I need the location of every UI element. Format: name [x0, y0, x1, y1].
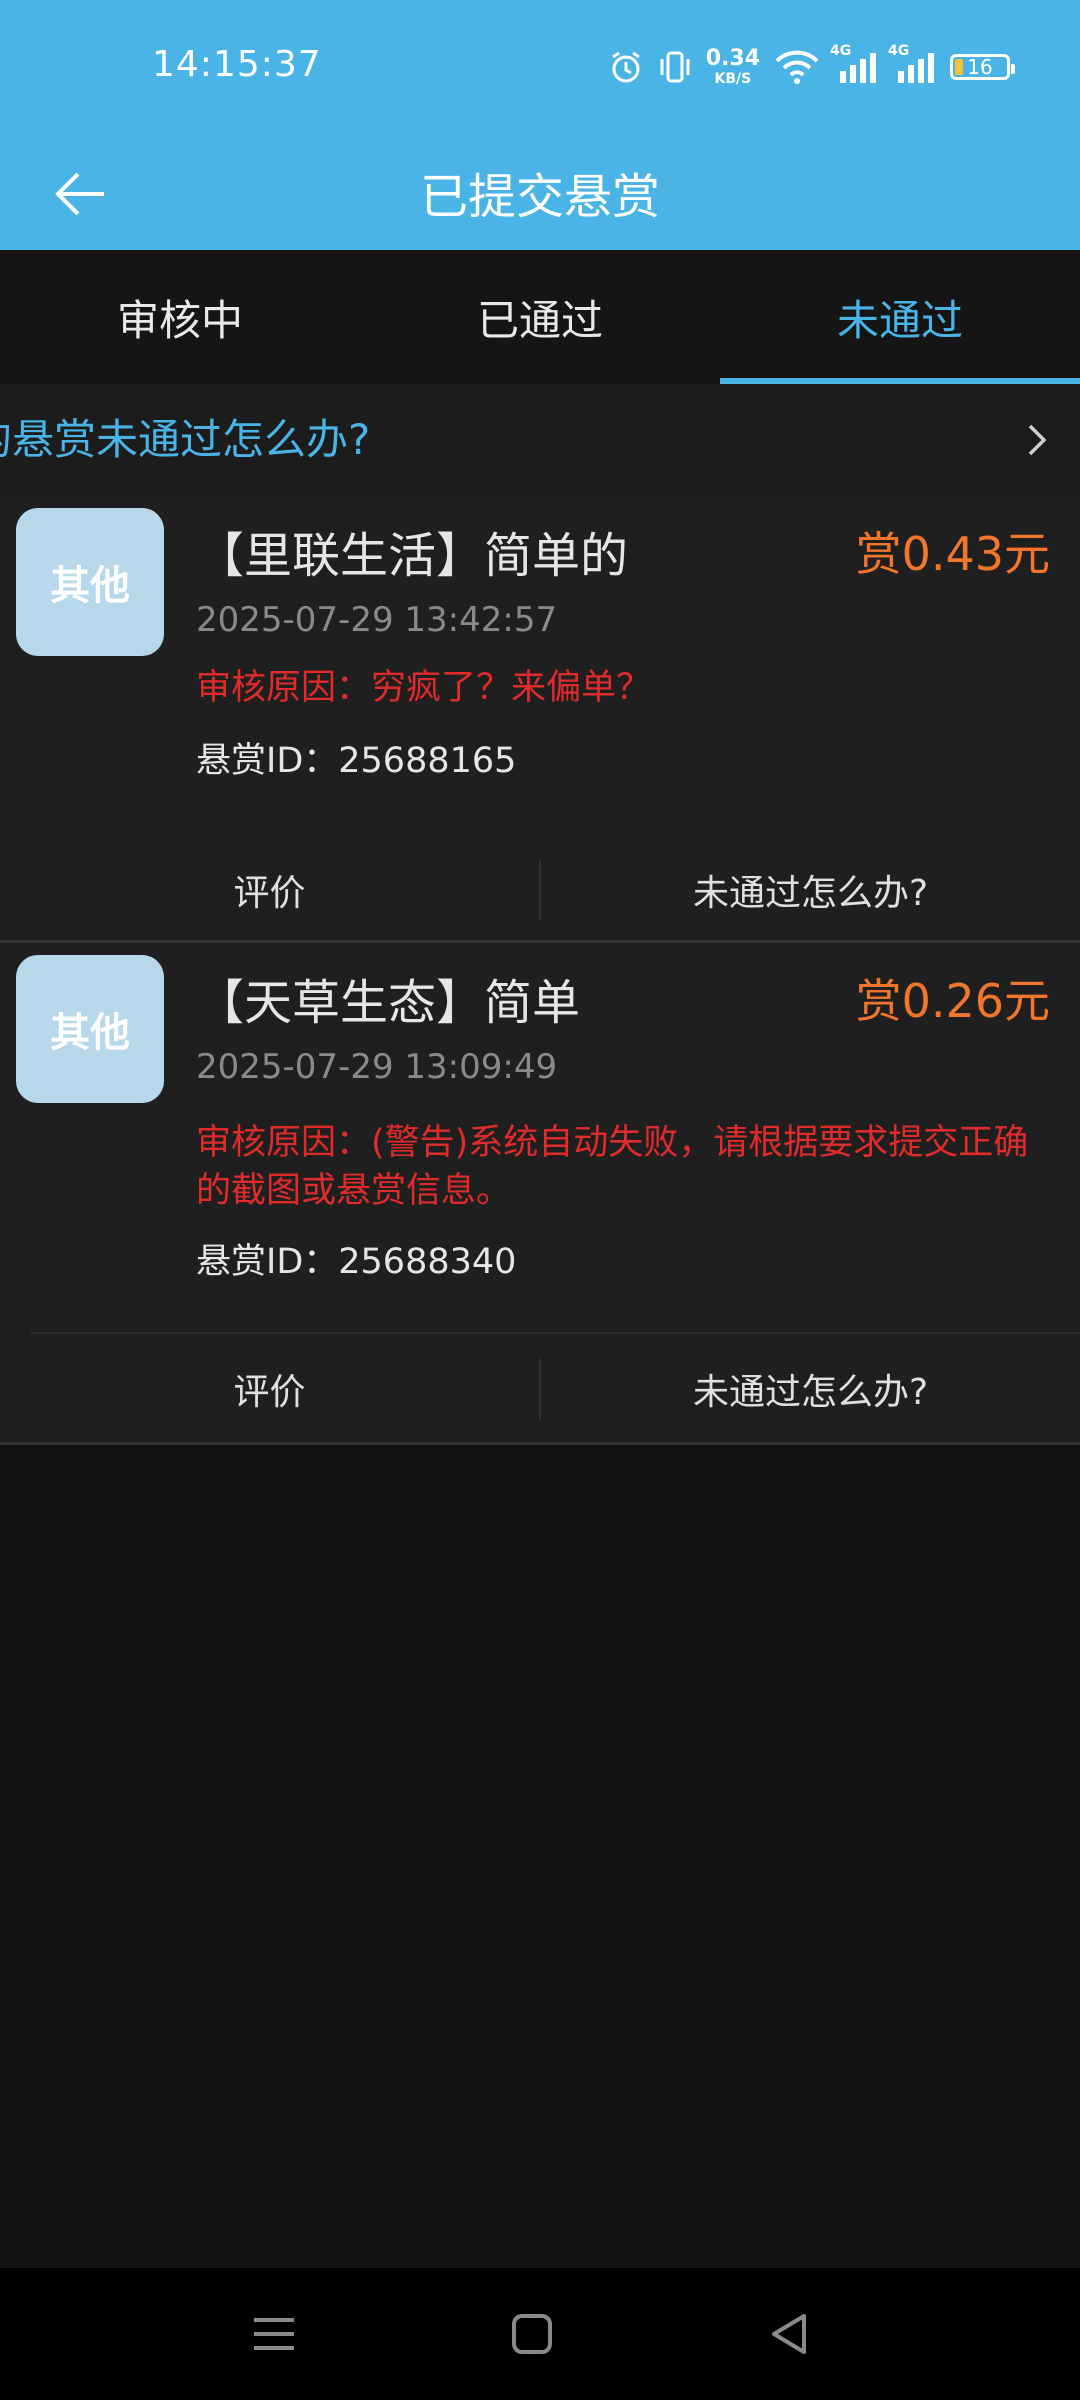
tab-failed[interactable]: 未通过 — [720, 250, 1080, 384]
back-nav-icon[interactable] — [762, 2306, 818, 2362]
reward-card: 其他 【里联生活】简单的 赏0.43元 2025-07-29 13:42:57 … — [0, 496, 1080, 943]
card-reason: 审核原因：(警告)系统自动失败，请根据要求提交正确的截图或悬赏信息。 — [196, 1123, 1029, 1211]
card-title: 【里联生活】简单的 — [196, 528, 629, 584]
battery-level: 16 — [967, 55, 993, 79]
tab-passed[interactable]: 已通过 — [360, 250, 720, 384]
tab-bar: 审核中 已通过 未通过 — [0, 250, 1080, 384]
cell-signal-2: 4G — [888, 43, 936, 85]
app-header: 已提交悬赏 — [0, 134, 1080, 250]
signal-type-label: 4G — [830, 43, 852, 59]
card-id: 悬赏ID：25688165 — [196, 741, 517, 781]
card-time: 2025-07-29 13:09:49 — [196, 1047, 558, 1087]
review-button[interactable]: 评价 — [0, 1339, 539, 1439]
tab-reviewing[interactable]: 审核中 — [0, 250, 360, 384]
category-badge: 其他 — [16, 508, 164, 656]
reward-card: 其他 【天草生态】简单 赏0.26元 2025-07-29 13:09:49 审… — [0, 943, 1080, 1445]
status-bar: 14:15:37 0.34 KB/S 4G 4G 16 — [0, 0, 1080, 134]
category-badge: 其他 — [16, 955, 164, 1103]
page-title: 已提交悬赏 — [419, 169, 660, 225]
signal-type-label: 4G — [888, 43, 910, 59]
card-reward: 赏0.26元 — [855, 974, 1050, 1028]
chevron-right-icon — [1028, 424, 1047, 456]
review-button[interactable]: 评价 — [0, 840, 539, 940]
vibrate-icon — [658, 49, 692, 85]
card-separator — [30, 1332, 1080, 1334]
back-button[interactable] — [40, 154, 120, 234]
help-button[interactable]: 未通过怎么办? — [541, 840, 1080, 940]
card-actions: 评价 未通过怎么办? — [0, 1339, 1080, 1439]
network-speed-value: 0.34 — [705, 46, 760, 71]
card-title: 【天草生态】简单 — [196, 975, 581, 1031]
wifi-icon — [774, 49, 820, 85]
notice-text: 的悬赏未通过怎么办? — [0, 415, 371, 464]
card-id: 悬赏ID：25688340 — [196, 1242, 517, 1282]
card-actions: 评价 未通过怎么办? — [0, 840, 1080, 940]
alarm-icon — [608, 49, 644, 85]
cell-signal-1: 4G — [830, 43, 878, 85]
back-arrow-icon — [55, 172, 104, 216]
menu-icon[interactable] — [246, 2306, 302, 2362]
card-time: 2025-07-29 13:42:57 — [196, 600, 558, 640]
status-icons: 0.34 KB/S 4G 4G 16 — [608, 42, 1015, 92]
system-nav-bar — [0, 2268, 1080, 2400]
network-speed: 0.34 KB/S — [705, 46, 760, 87]
home-icon[interactable] — [504, 2306, 560, 2362]
battery-icon: 16 — [950, 54, 1015, 80]
notice-banner[interactable]: 的悬赏未通过怎么办? — [0, 384, 1080, 496]
help-button[interactable]: 未通过怎么办? — [541, 1339, 1080, 1439]
network-speed-unit: KB/S — [714, 71, 752, 87]
status-time: 14:15:37 — [152, 44, 322, 85]
card-reason: 审核原因：穷疯了？来偏单？ — [196, 668, 652, 708]
card-reward: 赏0.43元 — [855, 527, 1050, 581]
